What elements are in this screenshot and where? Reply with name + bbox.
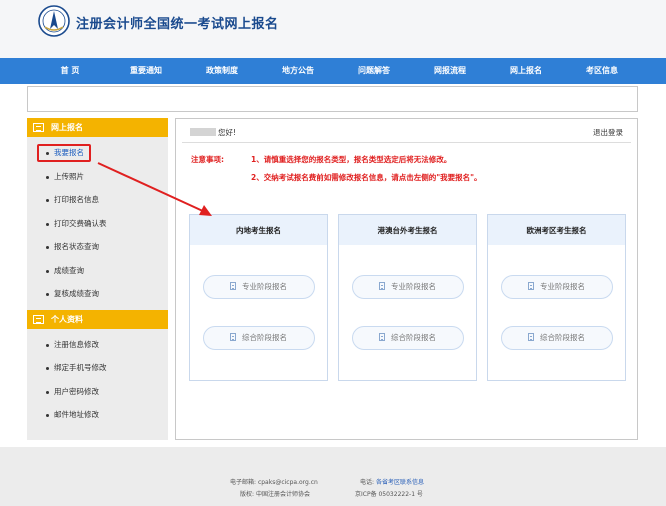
footer-email: 电子邮箱: cpaks@cicpa.org.cn [230,477,318,486]
sidebar-section-profile: 个人资料 [27,309,168,329]
sidebar-item-edit-password[interactable]: 用户密码修改 [27,380,168,404]
notice-label: 注意事项: [191,155,224,164]
sidebar-item-label: 报名状态查询 [54,242,99,251]
button-label: 综合阶段报名 [391,333,436,342]
main-nav: 首 页 重要通知 政策制度 地方公告 问题解答 网报流程 网上报名 考区信息 [0,58,666,84]
card-hk-macau-taiwan: 港澳台外考生报名 专业阶段报名 综合阶段报名 [338,214,477,381]
nav-registration[interactable]: 网上报名 [488,58,564,84]
card-mainland: 内地考生报名 专业阶段报名 综合阶段报名 [189,214,328,381]
comprehensive-stage-button[interactable]: 综合阶段报名 [500,326,613,350]
nav-process[interactable]: 网报流程 [412,58,488,84]
footer-phone: 电话: 各省考区联系信息 [360,477,424,486]
sidebar-item-status-query[interactable]: 报名状态查询 [27,235,168,259]
sidebar-section-registration: 网上报名 [27,118,168,137]
sidebar-section-title: 个人资料 [51,314,83,324]
nav-home[interactable]: 首 页 [32,58,108,84]
sidebar-item-label: 注册信息修改 [54,339,99,349]
sidebar-item-score-query[interactable]: 成绩查询 [27,259,168,283]
sidebar-item-upload-photo[interactable]: 上传照片 [27,165,168,189]
sidebar-item-print-info[interactable]: 打印报名信息 [27,188,168,212]
document-icon [230,333,236,341]
main-panel: 您好! 退出登录 注意事项: 1、请慎重选择您的报名类型，报名类型选定后将无法修… [175,118,638,440]
footer-copyright: 版权: 中国注册会计师协会 [240,489,310,498]
sidebar-item-label: 打印报名信息 [54,195,99,204]
footer-contact-link[interactable]: 各省考区联系信息 [376,479,424,486]
nav-policies[interactable]: 政策制度 [184,58,260,84]
button-label: 专业阶段报名 [391,282,436,291]
sidebar-item-label: 上传照片 [54,171,84,181]
professional-stage-button[interactable]: 专业阶段报名 [500,275,613,299]
nav-faq[interactable]: 问题解答 [336,58,412,84]
nav-local-announcements[interactable]: 地方公告 [260,58,336,84]
nav-notices[interactable]: 重要通知 [108,58,184,84]
sidebar-item-edit-phone[interactable]: 绑定手机号修改 [27,356,168,380]
sidebar-item-review-query[interactable]: 复核成绩查询 [27,282,168,306]
sidebar-item-edit-email[interactable]: 邮件地址修改 [27,403,168,427]
nav-exam-areas[interactable]: 考区信息 [564,58,640,84]
footer-icp: 京ICP备 05032222-1 号 [355,491,423,498]
document-icon [528,333,534,341]
card-title: 欧洲考区考生报名 [488,215,625,245]
footer-email-label: 电子邮箱: [230,479,257,486]
redacted-username [190,128,216,136]
card-europe: 欧洲考区考生报名 专业阶段报名 综合阶段报名 [487,214,626,381]
monitor-icon [33,123,44,132]
button-label: 专业阶段报名 [242,282,287,291]
professional-stage-button[interactable]: 专业阶段报名 [351,275,464,299]
header: 注册会计师全国统一考试网上报名 [0,0,666,58]
divider [182,142,631,143]
sidebar-item-print-payment[interactable]: 打印交费确认表 [27,212,168,236]
site-title: 注册会计师全国统一考试网上报名 [76,17,279,32]
notice-line-1: 1、请慎重选择您的报名类型，报名类型选定后将无法修改。 [251,155,452,164]
greeting-text: 您好! [218,128,237,137]
sidebar-item-label: 打印交费确认表 [54,218,107,228]
sidebar-item-edit-registration[interactable]: 注册信息修改 [27,333,168,357]
document-icon [379,282,385,290]
footer-email-value: cpaks@cicpa.org.cn [257,479,318,486]
sidebar-item-label: 成绩查询 [54,265,84,275]
sidebar-section-title: 网上报名 [51,123,83,132]
footer-phone-label: 电话: [360,479,375,486]
cicpa-logo-icon[interactable] [38,5,70,37]
footer-copyright-value: 中国注册会计师协会 [255,491,310,498]
registration-cards: 内地考生报名 专业阶段报名 综合阶段报名 港澳台外考生报名 专业阶段报名 综合阶… [189,214,626,381]
footer: 电子邮箱: cpaks@cicpa.org.cn 电话: 各省考区联系信息 版权… [0,447,666,506]
card-title: 港澳台外考生报名 [339,215,476,245]
button-label: 专业阶段报名 [540,282,585,291]
document-icon [230,282,236,290]
sidebar-item-label: 邮件地址修改 [54,410,99,419]
sidebar-item-register[interactable]: 我要报名 [27,141,168,165]
greeting: 您好! [190,127,236,138]
id-card-icon [33,314,44,324]
highlight-box [37,144,91,162]
sidebar: 网上报名 我要报名 上传照片 打印报名信息 打印交费确认表 报名状态查询 成绩查… [27,118,168,440]
notice-line-2: 2、交纳考试报名费前如需修改报名信息，请点击左侧的"我要报名"。 [251,173,482,182]
footer-copyright-label: 版权: [240,491,255,498]
notice-banner [27,86,638,112]
sidebar-item-label: 用户密码修改 [54,386,99,396]
sidebar-item-label: 绑定手机号修改 [54,363,107,372]
sidebar-item-label: 复核成绩查询 [54,289,99,298]
document-icon [379,333,385,341]
logout-link[interactable]: 退出登录 [593,127,623,138]
comprehensive-stage-button[interactable]: 综合阶段报名 [202,326,315,350]
button-label: 综合阶段报名 [540,333,585,342]
button-label: 综合阶段报名 [242,333,287,342]
document-icon [528,282,534,290]
comprehensive-stage-button[interactable]: 综合阶段报名 [351,326,464,350]
professional-stage-button[interactable]: 专业阶段报名 [202,275,315,299]
card-title: 内地考生报名 [190,215,327,245]
